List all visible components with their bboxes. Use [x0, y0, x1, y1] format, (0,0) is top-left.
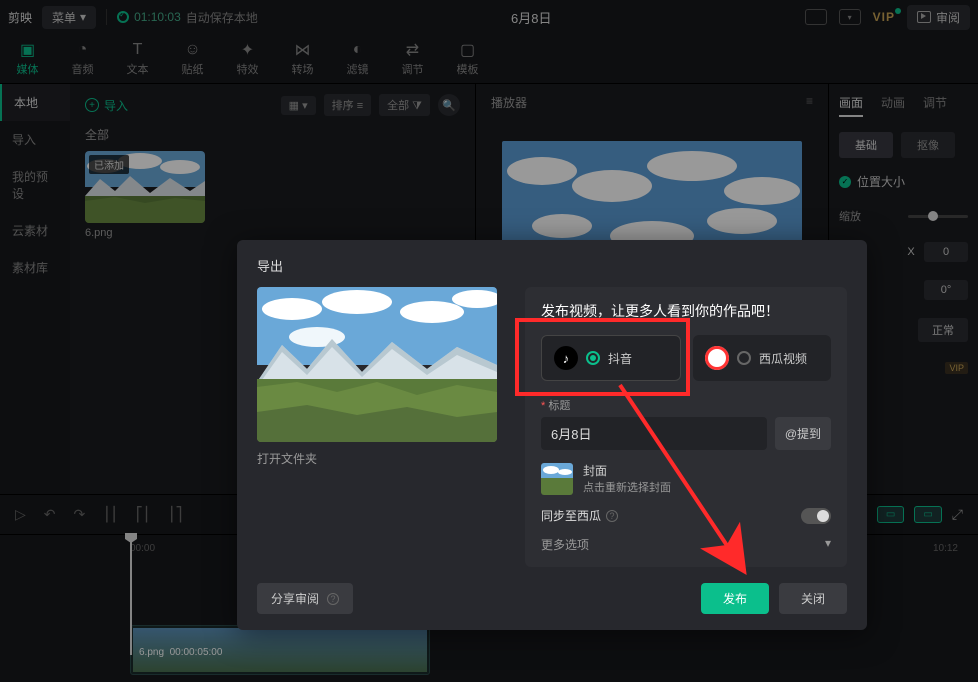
open-folder-link[interactable]: 打开文件夹 — [257, 450, 497, 467]
title-label: 标题 — [541, 397, 831, 413]
douyin-icon: ♪ — [554, 346, 578, 370]
platform-xigua[interactable]: 西瓜视频 — [693, 335, 831, 381]
sync-row: 同步至西瓜? — [541, 507, 831, 524]
platform-selector: ♪ 抖音 西瓜视频 — [541, 335, 831, 381]
radio-on-icon — [586, 351, 600, 365]
help-icon[interactable]: ? — [606, 510, 618, 522]
mention-button[interactable]: @提到 — [775, 417, 831, 450]
share-review-button[interactable]: 分享审阅? — [257, 583, 353, 614]
xigua-icon — [705, 346, 729, 370]
cover-thumb — [541, 463, 573, 495]
more-options[interactable]: 更多选项▾ — [541, 536, 831, 553]
platform-douyin[interactable]: ♪ 抖音 — [541, 335, 681, 381]
sync-label: 同步至西瓜 — [541, 507, 601, 524]
cover-text: 封面点击重新选择封面 — [583, 462, 671, 495]
dialog-title: 导出 — [257, 256, 847, 275]
export-dialog: 导出 打开文件夹 发布视频，让更多人看到你的作品吧！ ♪ 抖音 西瓜视频 — [237, 240, 867, 630]
dialog-right: 发布视频，让更多人看到你的作品吧！ ♪ 抖音 西瓜视频 标题 @提到 — [525, 287, 847, 567]
radio-off-icon — [737, 351, 751, 365]
chevron-down-icon: ▾ — [825, 536, 831, 553]
cover-row[interactable]: 封面点击重新选择封面 — [541, 462, 831, 495]
preview-image — [257, 287, 497, 442]
sync-toggle[interactable] — [801, 508, 831, 524]
help-icon[interactable]: ? — [327, 593, 339, 605]
title-input[interactable] — [541, 417, 767, 450]
clip-label: 6.png 00:00:05:00 — [139, 647, 222, 658]
dialog-left: 打开文件夹 — [257, 287, 497, 567]
publish-button[interactable]: 发布 — [701, 583, 769, 614]
dialog-footer: 分享审阅? 发布 关闭 — [257, 583, 847, 614]
close-button[interactable]: 关闭 — [779, 583, 847, 614]
export-preview — [257, 287, 497, 442]
publish-headline: 发布视频，让更多人看到你的作品吧！ — [541, 301, 831, 321]
